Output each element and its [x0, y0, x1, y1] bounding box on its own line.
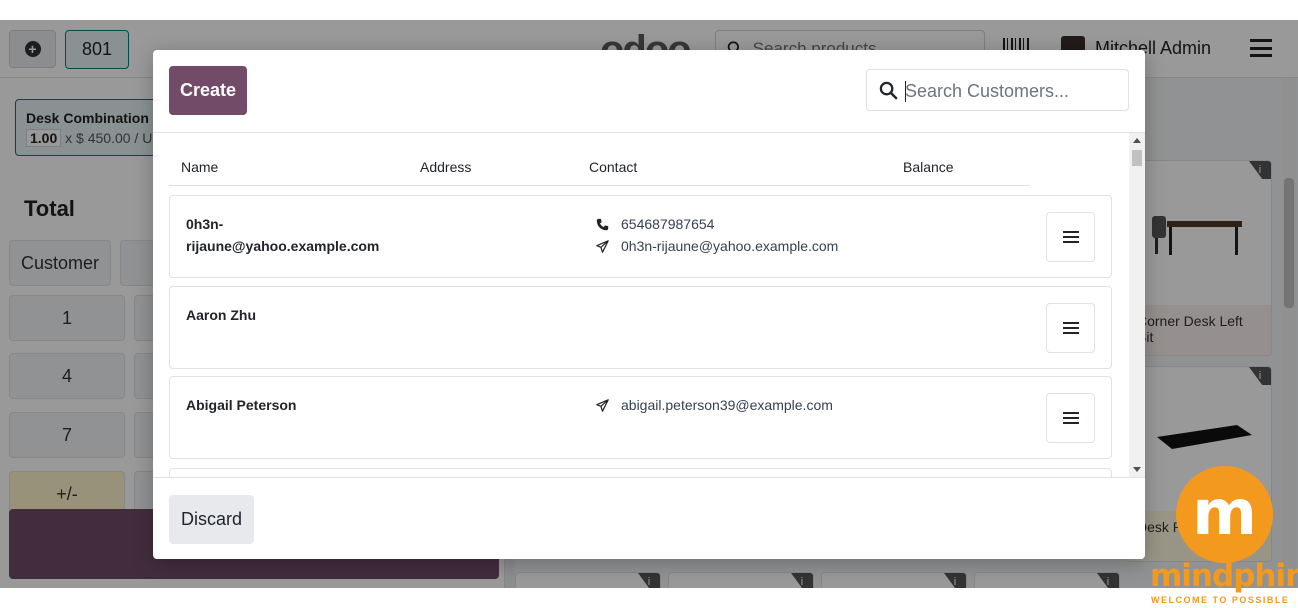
customer-email: 0h3n-rijaune@yahoo.example.com	[621, 238, 839, 254]
customer-list: Name Address Contact Balance 0h3n-rijaun…	[153, 133, 1145, 477]
customer-phone: 654687987654	[621, 216, 715, 232]
list-header: Name Address Contact Balance	[169, 133, 1030, 186]
customer-contact: abigail.peterson39@example.com	[596, 394, 833, 416]
customer-search-input[interactable]	[905, 76, 1120, 106]
scrollbar-thumb[interactable]	[1132, 150, 1142, 166]
customer-list-scrollbar[interactable]	[1129, 133, 1145, 477]
watermark-brand: mindphin	[1150, 558, 1298, 594]
customer-name: 0h3n-rijaune@yahoo.example.com	[186, 216, 380, 254]
column-address: Address	[420, 159, 472, 175]
search-icon	[879, 81, 898, 100]
customer-row[interactable]: Aaron Zhu	[169, 286, 1112, 369]
customer-row[interactable]: 0h3n-rijaune@yahoo.example.com 654687987…	[169, 195, 1112, 278]
customer-name: Aaron Zhu	[186, 307, 256, 323]
customer-name: Abigail Peterson	[186, 397, 297, 413]
mindphin-logo-icon: m	[1192, 476, 1257, 549]
scroll-up-arrow-icon[interactable]	[1133, 138, 1141, 143]
customer-list-dialog: Create Name Address Contact Balance 0h3n…	[153, 50, 1145, 559]
mindphin-watermark: m mindphin WELCOME TO POSSIBLE	[1150, 466, 1298, 608]
text-cursor	[905, 81, 906, 102]
phone-icon	[596, 218, 609, 230]
paper-plane-icon	[596, 398, 609, 412]
customer-menu-button[interactable]	[1046, 393, 1095, 443]
column-name: Name	[181, 159, 219, 175]
scroll-down-arrow-icon[interactable]	[1133, 467, 1141, 472]
customer-email: abigail.peterson39@example.com	[621, 397, 833, 413]
customer-row[interactable]: Abigail Peterson abigail.peterson39@exam…	[169, 376, 1112, 459]
paper-plane-icon	[596, 239, 609, 253]
column-contact: Contact	[589, 159, 638, 175]
customer-search-box[interactable]	[866, 69, 1129, 111]
dialog-header: Create	[153, 50, 1145, 133]
bars-icon	[1062, 231, 1079, 243]
customer-menu-button[interactable]	[1046, 212, 1095, 262]
dialog-footer: Discard	[153, 477, 1145, 559]
create-customer-button[interactable]: Create	[169, 66, 247, 115]
customer-row[interactable]	[169, 468, 1112, 477]
customer-menu-button[interactable]	[1046, 303, 1095, 353]
watermark-tagline: WELCOME TO POSSIBLE	[1151, 595, 1290, 605]
bars-icon	[1062, 412, 1079, 424]
discard-button[interactable]: Discard	[169, 495, 254, 544]
customer-contact: 654687987654 0h3n-rijaune@yahoo.example.…	[596, 213, 838, 257]
bars-icon	[1062, 322, 1079, 334]
column-balance: Balance	[903, 159, 954, 175]
